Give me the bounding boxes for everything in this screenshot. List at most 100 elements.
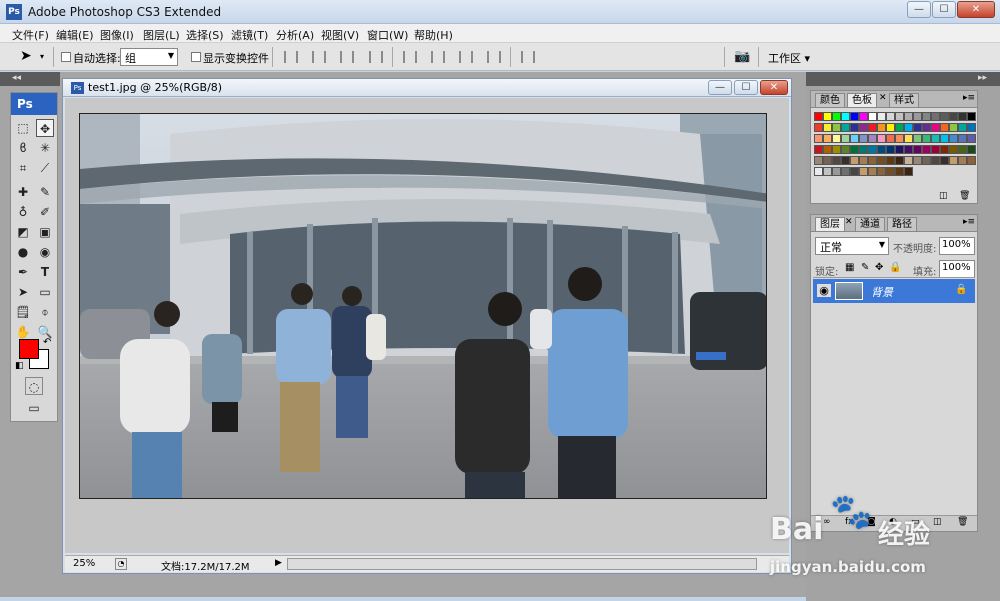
magic-wand-tool-icon[interactable]: ✳ [36, 139, 54, 157]
color-swatch[interactable] [922, 156, 931, 165]
color-swatch[interactable] [931, 123, 940, 132]
color-swatch[interactable] [958, 123, 967, 132]
color-swatch[interactable] [868, 134, 877, 143]
color-swatch[interactable] [886, 123, 895, 132]
fill-input[interactable]: 100% [939, 260, 975, 278]
color-swatch[interactable] [850, 134, 859, 143]
color-swatch[interactable] [814, 134, 823, 143]
color-swatch[interactable] [913, 123, 922, 132]
lock-all-icon[interactable]: 🔒 [889, 262, 901, 273]
color-swatch[interactable] [886, 145, 895, 154]
color-swatch[interactable] [814, 167, 823, 176]
type-tool-icon[interactable]: T [36, 263, 54, 281]
color-swatch[interactable] [841, 156, 850, 165]
tab-channels[interactable]: 通道 [855, 217, 885, 231]
color-swatch[interactable] [922, 112, 931, 121]
panel-menu-icon[interactable]: ▸≡ [963, 93, 975, 103]
color-swatch[interactable] [832, 112, 841, 121]
color-swatch[interactable] [931, 134, 940, 143]
color-swatch[interactable] [823, 145, 832, 154]
color-swatch[interactable] [886, 134, 895, 143]
color-swatch[interactable] [823, 134, 832, 143]
swap-colors-icon[interactable]: ↶ [43, 337, 51, 348]
color-swatch[interactable] [967, 123, 976, 132]
lock-image-icon[interactable]: ✎ [861, 262, 869, 273]
color-swatch[interactable] [859, 145, 868, 154]
color-swatch[interactable] [877, 145, 886, 154]
color-swatch[interactable] [967, 145, 976, 154]
color-swatch[interactable] [832, 134, 841, 143]
color-swatch[interactable] [886, 156, 895, 165]
color-swatch[interactable] [940, 112, 949, 121]
color-swatch[interactable] [877, 134, 886, 143]
maximize-button[interactable]: ☐ [932, 1, 956, 18]
color-swatch[interactable] [904, 112, 913, 121]
eyedropper-tool-icon[interactable]: ⌽ [36, 303, 54, 321]
color-swatch[interactable] [940, 145, 949, 154]
color-swatch[interactable] [895, 134, 904, 143]
color-swatch[interactable] [877, 112, 886, 121]
new-swatch-icon[interactable]: ◫ [939, 191, 948, 201]
color-swatch[interactable] [931, 112, 940, 121]
color-swatch[interactable] [859, 123, 868, 132]
canvas-photo[interactable] [79, 113, 767, 499]
color-swatch[interactable] [823, 167, 832, 176]
menu-view[interactable]: 视图(V) [321, 27, 359, 43]
color-swatch[interactable] [904, 167, 913, 176]
color-swatch[interactable] [958, 112, 967, 121]
color-swatch[interactable] [868, 123, 877, 132]
align-vcenter-icon[interactable] [312, 51, 326, 63]
color-swatch[interactable] [931, 156, 940, 165]
status-menu-arrow-icon[interactable]: ▶ [275, 558, 282, 568]
color-swatch[interactable] [850, 167, 859, 176]
bridge-icon[interactable]: 📷 [734, 49, 750, 64]
minimize-button[interactable]: — [907, 1, 931, 18]
color-swatch[interactable] [832, 123, 841, 132]
color-swatch[interactable] [913, 134, 922, 143]
doc-minimize-button[interactable]: — [708, 80, 732, 95]
layers-tab-close-icon[interactable]: ✕ [845, 217, 853, 227]
color-swatch[interactable] [949, 156, 958, 165]
menu-file[interactable]: 文件(F) [12, 27, 49, 43]
close-button[interactable]: ✕ [957, 1, 995, 18]
color-swatch[interactable] [859, 156, 868, 165]
menu-analysis[interactable]: 分析(A) [276, 27, 314, 43]
history-brush-tool-icon[interactable]: ✐ [36, 203, 54, 221]
move-tool-button[interactable]: ✥ [36, 119, 54, 137]
color-swatch[interactable] [940, 156, 949, 165]
color-swatch[interactable] [814, 156, 823, 165]
collapse-left-icon[interactable]: ◂◂ [12, 73, 21, 83]
color-swatch[interactable] [949, 134, 958, 143]
lasso-tool-icon[interactable]: ϐ [14, 139, 32, 157]
crop-tool-icon[interactable]: ⌗ [14, 159, 32, 177]
color-swatch[interactable] [904, 145, 913, 154]
eraser-tool-icon[interactable]: ◩ [14, 223, 32, 241]
color-swatch[interactable] [895, 167, 904, 176]
lock-transparent-icon[interactable]: ▦ [845, 262, 854, 273]
color-swatch[interactable] [868, 112, 877, 121]
color-swatch[interactable] [877, 167, 886, 176]
color-swatch[interactable] [841, 123, 850, 132]
color-swatch[interactable] [841, 134, 850, 143]
color-swatch[interactable] [940, 123, 949, 132]
color-swatch[interactable] [967, 134, 976, 143]
color-swatch[interactable] [868, 145, 877, 154]
color-swatch[interactable] [859, 112, 868, 121]
color-swatch[interactable] [967, 156, 976, 165]
color-swatch[interactable] [832, 156, 841, 165]
color-swatch[interactable] [859, 134, 868, 143]
left-dock-header[interactable] [0, 72, 60, 86]
menu-layer[interactable]: 图层(L) [143, 27, 180, 43]
tab-paths[interactable]: 路径 [887, 217, 917, 231]
tool-preset-chevron-down-icon[interactable]: ▾ [40, 52, 44, 61]
color-swatch[interactable] [823, 112, 832, 121]
blur-tool-icon[interactable]: ● [14, 243, 32, 261]
color-swatch[interactable] [940, 134, 949, 143]
color-swatch[interactable] [913, 156, 922, 165]
delete-swatch-icon[interactable]: 🗑 [959, 191, 970, 201]
color-swatch[interactable] [832, 167, 841, 176]
color-swatch[interactable] [850, 123, 859, 132]
right-dock-header[interactable] [806, 72, 1000, 86]
color-swatch[interactable] [922, 145, 931, 154]
opacity-input[interactable]: 100% [939, 237, 975, 255]
